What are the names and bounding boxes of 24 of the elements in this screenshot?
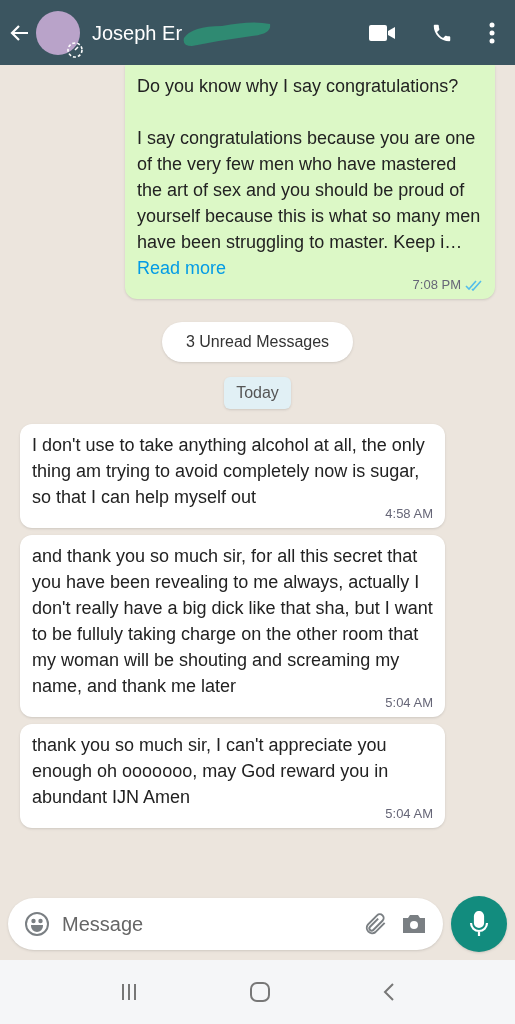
emoji-icon[interactable] [24,911,50,937]
message-time: 7:08 PM [412,277,461,293]
message-text: I don't use to take anything alcohol at all, the only thing am trying to avoid completely now is sugar, so that I can help myself out [32,434,426,509]
message-input-field[interactable]: Message [8,898,443,950]
message-text: thank you so much sir, I can't appreciate you enough oh ooooooo, may God reward you in abundant IJN Amen [32,734,390,809]
message-text: and thank you so much sir, for all this secret that you have been revealing to me always, actually I don't really have a big dick like that sha, but I want to be fulluly taking charge on the other room that my woman will be shouting and screaming my name, and thank me later [32,545,433,698]
message-input[interactable]: Message [62,909,351,939]
message-text: Do you know why I say congratulations? [137,75,460,98]
message-time: 4:58 AM [385,506,433,522]
camera-icon[interactable] [401,913,427,935]
microphone-button[interactable] [451,896,507,952]
message-text: I say congratulations because you are one of the very few men who have mastered the art of sex and you should be proud of yourself because this is what so many men have been struggling to master. Keep i… Read more [137,127,482,280]
message-time: 5:04 AM [385,695,433,711]
home-icon[interactable] [249,981,272,1003]
date-chip: Today [224,377,291,409]
microphone-icon [469,911,489,937]
more-options-icon[interactable] [489,21,495,44]
unread-messages-banner: 3 Unread Messages [161,322,354,362]
message-time: 5:04 AM [385,806,433,822]
contact-avatar[interactable] [36,10,80,55]
status-icon [66,40,84,59]
video-call-icon[interactable] [369,23,395,42]
back-icon[interactable] [381,981,396,1003]
contact-name[interactable]: Joseph Er [92,17,183,48]
